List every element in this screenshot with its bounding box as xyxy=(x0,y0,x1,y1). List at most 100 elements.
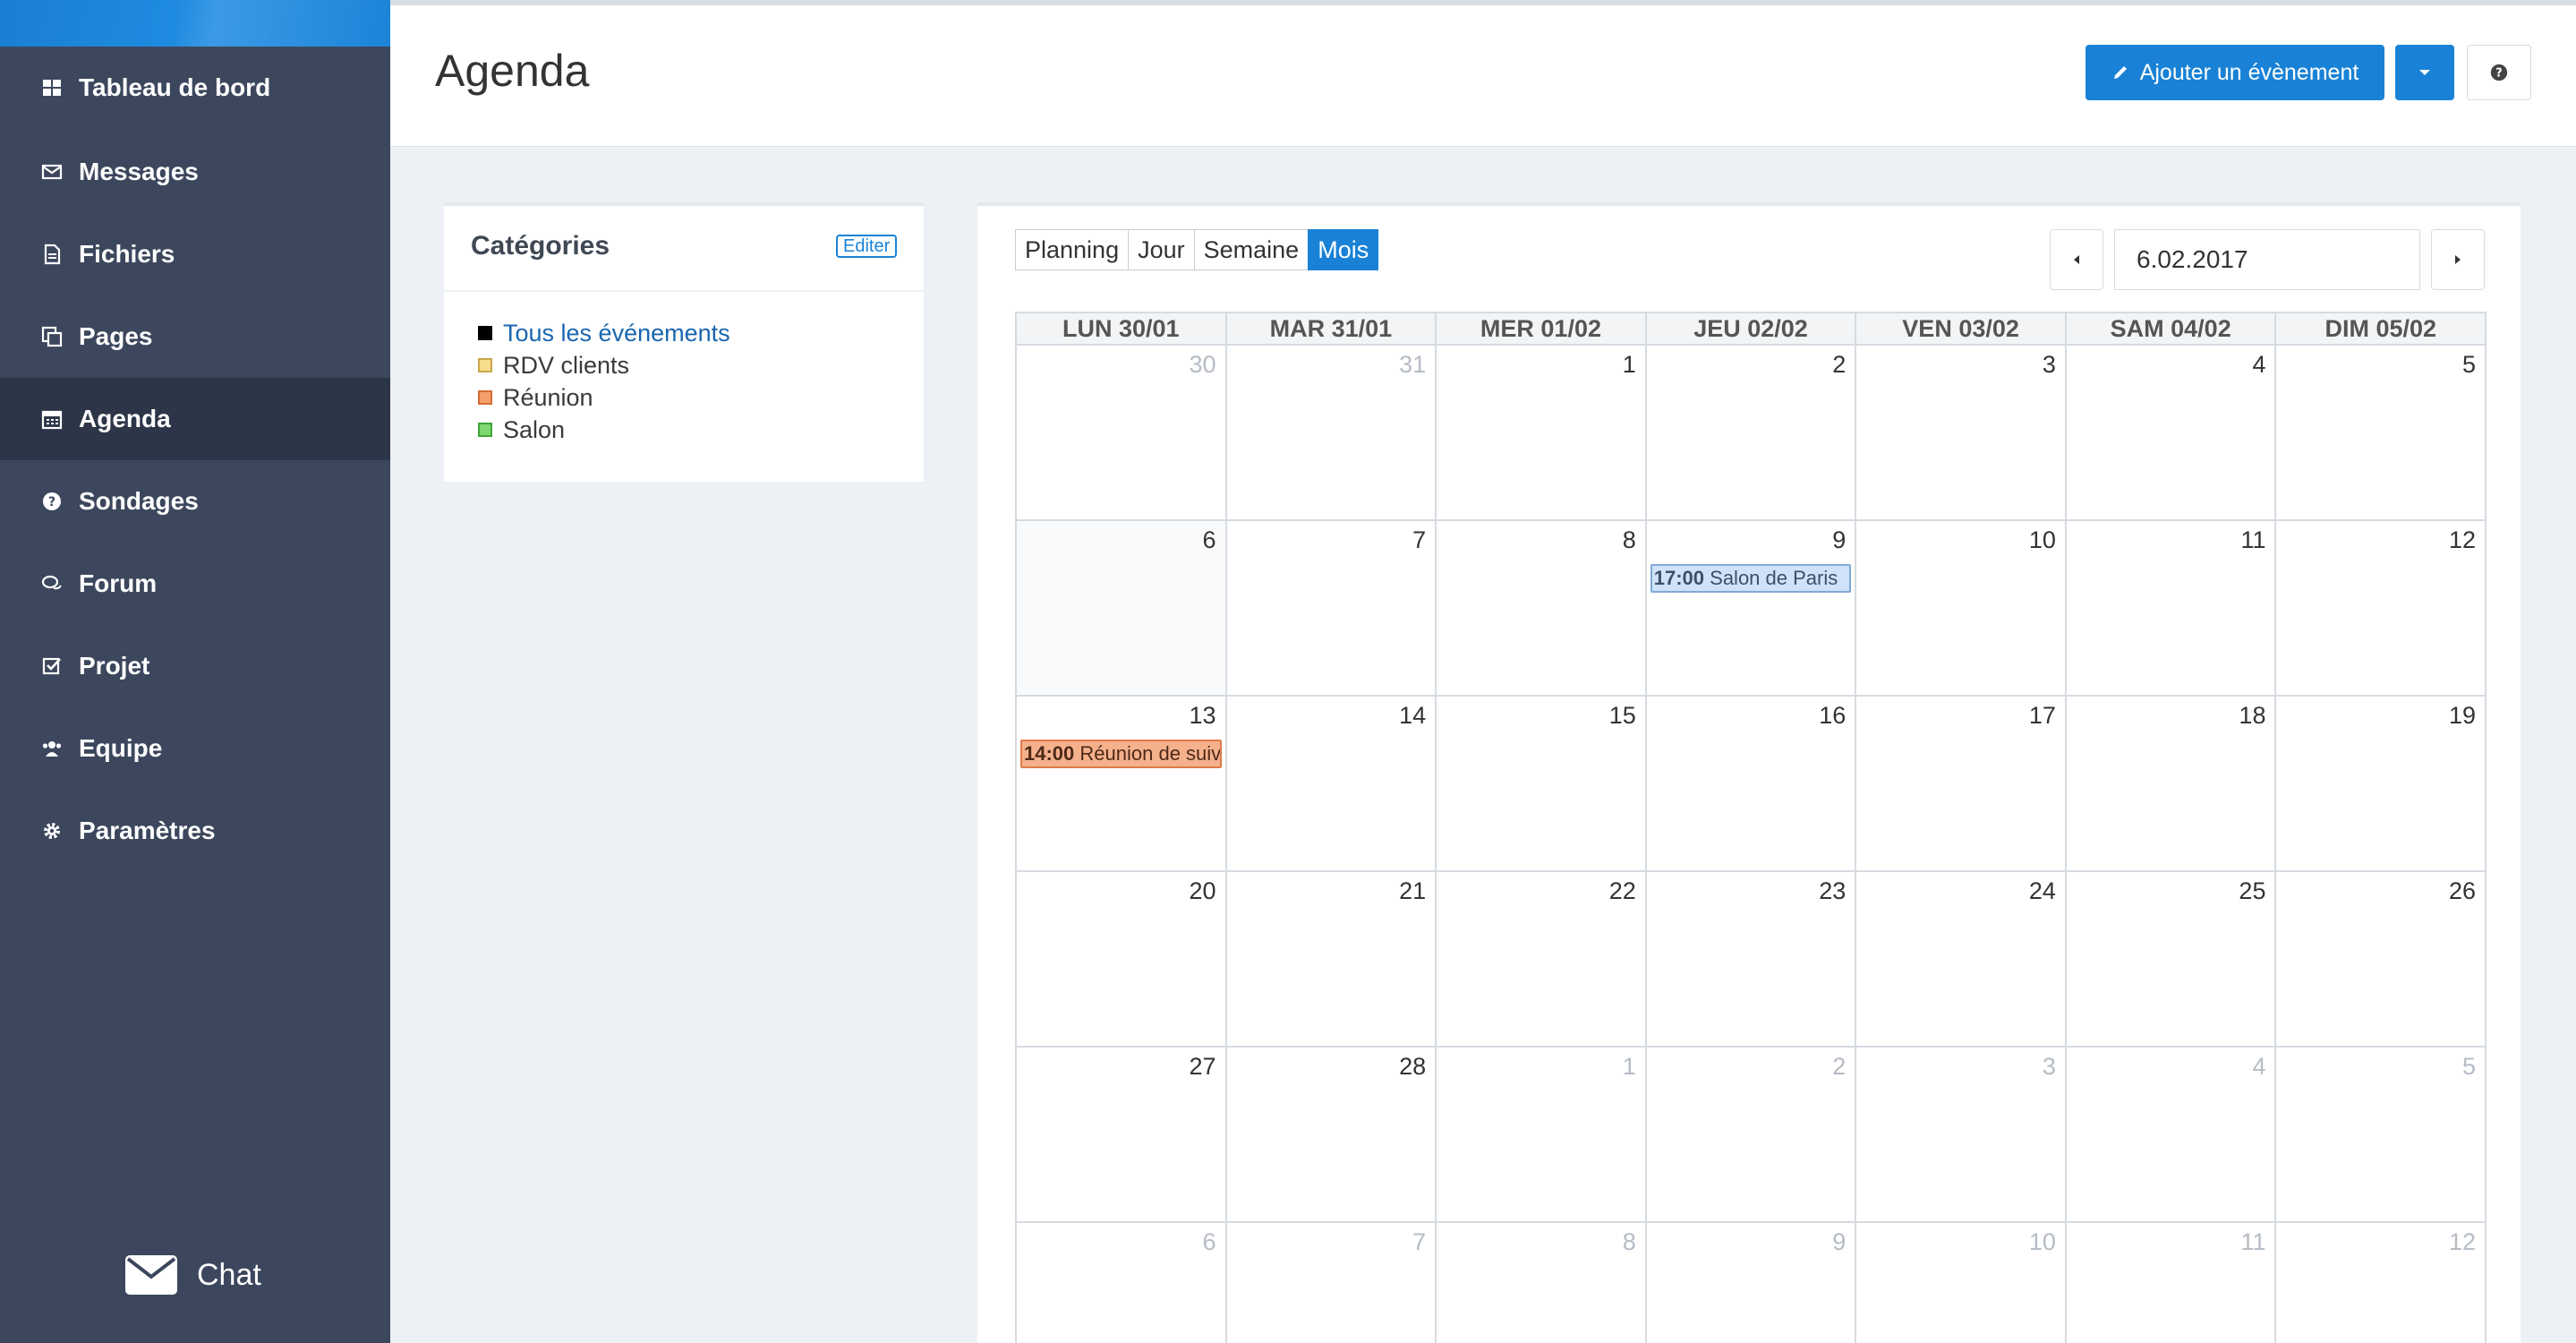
day-cell[interactable]: 25 xyxy=(2067,872,2277,1046)
category-item-salon[interactable]: Salon xyxy=(478,414,730,446)
day-cell[interactable]: 5 xyxy=(2276,346,2487,519)
sidebar-item-label: Messages xyxy=(79,158,199,185)
day-cell[interactable]: 27 xyxy=(1017,1048,1227,1221)
question-icon: ? xyxy=(2490,64,2508,81)
category-swatch xyxy=(478,326,492,340)
day-cell[interactable]: 15 xyxy=(1437,697,1647,870)
date-field[interactable]: 6.02.2017 xyxy=(2114,229,2420,290)
day-cell[interactable]: 20 xyxy=(1017,872,1227,1046)
day-cell[interactable]: 2 xyxy=(1647,346,1857,519)
day-cell[interactable]: 3 xyxy=(1856,346,2067,519)
add-event-button[interactable]: Ajouter un évènement xyxy=(2086,45,2384,100)
calendar-event-salon[interactable]: 17:00 Salon de Paris xyxy=(1650,564,1852,593)
day-number: 7 xyxy=(1412,526,1427,553)
day-cell[interactable]: 14 xyxy=(1227,697,1437,870)
day-cell[interactable]: 2 xyxy=(1647,1048,1857,1221)
day-cell[interactable]: 31 xyxy=(1227,346,1437,519)
day-number: 13 xyxy=(1189,702,1216,729)
sidebar-item-label: Paramètres xyxy=(79,817,216,844)
sidebar-item-projet[interactable]: Projet xyxy=(0,625,390,707)
next-month-button[interactable] xyxy=(2431,229,2485,290)
sidebar-item-label: Equipe xyxy=(79,734,163,762)
day-cell[interactable]: 1 xyxy=(1437,1048,1647,1221)
tab-jour[interactable]: Jour xyxy=(1128,229,1195,270)
day-cell[interactable]: 3 xyxy=(1856,1048,2067,1221)
day-cell[interactable]: 8 xyxy=(1437,1223,1647,1343)
month-grid: LUN 30/01 MAR 31/01 MER 01/02 JEU 02/02 … xyxy=(1015,312,2487,1343)
sidebar-item-equipe[interactable]: Equipe xyxy=(0,707,390,790)
day-cell[interactable]: 7 xyxy=(1227,1223,1437,1343)
users-icon xyxy=(38,738,66,759)
sidebar-item-parametres[interactable]: Paramètres xyxy=(0,790,390,872)
day-cell[interactable]: 19 xyxy=(2276,697,2487,870)
day-cell[interactable]: 4 xyxy=(2067,346,2277,519)
weekday-label: MER 01/02 xyxy=(1437,313,1647,344)
day-cell[interactable]: 12 xyxy=(2276,1223,2487,1343)
category-item-all[interactable]: Tous les événements xyxy=(478,317,730,349)
day-number: 14 xyxy=(1399,702,1427,729)
tab-planning[interactable]: Planning xyxy=(1015,229,1130,270)
weekday-label: VEN 03/02 xyxy=(1856,313,2067,344)
day-cell[interactable]: 4 xyxy=(2067,1048,2277,1221)
day-cell[interactable]: 9 xyxy=(1647,1223,1857,1343)
sidebar-item-tableau-de-bord[interactable]: Tableau de bord xyxy=(0,47,390,129)
day-number: 26 xyxy=(2449,877,2477,904)
day-cell[interactable]: 16 xyxy=(1647,697,1857,870)
sidebar-item-agenda[interactable]: Agenda xyxy=(0,378,390,460)
weekday-label: SAM 04/02 xyxy=(2067,313,2277,344)
add-event-dropdown-button[interactable] xyxy=(2395,45,2454,100)
week-row: 13 14:00 Réunion de suivi 14 15 16 17 18… xyxy=(1015,697,2487,872)
category-item-rdv-clients[interactable]: RDV clients xyxy=(478,349,730,381)
tab-semaine[interactable]: Semaine xyxy=(1193,229,1309,270)
day-cell[interactable]: 5 xyxy=(2276,1048,2487,1221)
day-cell[interactable]: 13 14:00 Réunion de suivi xyxy=(1017,697,1227,870)
day-cell[interactable]: 17 xyxy=(1856,697,2067,870)
previous-month-button[interactable] xyxy=(2050,229,2103,290)
day-cell[interactable]: 1 xyxy=(1437,346,1647,519)
day-cell[interactable]: 8 xyxy=(1437,521,1647,695)
day-cell[interactable]: 23 xyxy=(1647,872,1857,1046)
calendar-event-reunion[interactable]: 14:00 Réunion de suivi xyxy=(1020,740,1222,768)
sidebar-item-sondages[interactable]: ? Sondages xyxy=(0,460,390,543)
day-number: 3 xyxy=(2042,1053,2056,1080)
question-icon: ? xyxy=(38,491,66,512)
day-cell[interactable]: 12 xyxy=(2276,521,2487,695)
sidebar-item-forum[interactable]: Forum xyxy=(0,543,390,625)
sidebar-item-label: Forum xyxy=(79,569,158,597)
envelope-icon xyxy=(125,1255,177,1295)
tab-mois[interactable]: Mois xyxy=(1308,229,1379,270)
day-cell[interactable]: 10 xyxy=(1856,1223,2067,1343)
edit-categories-button[interactable]: Editer xyxy=(836,235,898,258)
day-cell[interactable]: 28 xyxy=(1227,1048,1437,1221)
sidebar-item-messages[interactable]: Messages xyxy=(0,131,390,213)
day-cell-today[interactable]: 6 xyxy=(1017,521,1227,695)
day-number: 30 xyxy=(1189,351,1216,378)
day-cell[interactable]: 21 xyxy=(1227,872,1437,1046)
chat-button[interactable]: Chat xyxy=(125,1255,261,1295)
day-cell[interactable]: 11 xyxy=(2067,1223,2277,1343)
day-cell[interactable]: 7 xyxy=(1227,521,1437,695)
day-number: 15 xyxy=(1608,702,1636,729)
sidebar-brand-bar xyxy=(0,0,390,47)
day-cell[interactable]: 24 xyxy=(1856,872,2067,1046)
day-number: 17 xyxy=(2028,702,2056,729)
day-cell[interactable]: 10 xyxy=(1856,521,2067,695)
sidebar-item-pages[interactable]: Pages xyxy=(0,295,390,378)
sidebar-item-fichiers[interactable]: Fichiers xyxy=(0,213,390,295)
day-number: 4 xyxy=(2252,1053,2266,1080)
day-cell[interactable]: 18 xyxy=(2067,697,2277,870)
day-cell[interactable]: 6 xyxy=(1017,1223,1227,1343)
day-cell[interactable]: 9 17:00 Salon de Paris xyxy=(1647,521,1857,695)
day-number: 10 xyxy=(2028,526,2056,553)
help-button[interactable]: ? xyxy=(2467,45,2531,100)
day-cell[interactable]: 22 xyxy=(1437,872,1647,1046)
day-number: 8 xyxy=(1622,1228,1636,1255)
sidebar: Tableau de bord Messages Fichiers Pages xyxy=(0,0,390,1343)
svg-text:?: ? xyxy=(2495,67,2502,81)
day-cell[interactable]: 30 xyxy=(1017,346,1227,519)
day-cell[interactable]: 11 xyxy=(2067,521,2277,695)
category-item-reunion[interactable]: Réunion xyxy=(478,381,730,414)
day-cell[interactable]: 26 xyxy=(2276,872,2487,1046)
event-time: 17:00 xyxy=(1653,567,1705,589)
week-row: 20 21 22 23 24 25 26 xyxy=(1015,872,2487,1048)
